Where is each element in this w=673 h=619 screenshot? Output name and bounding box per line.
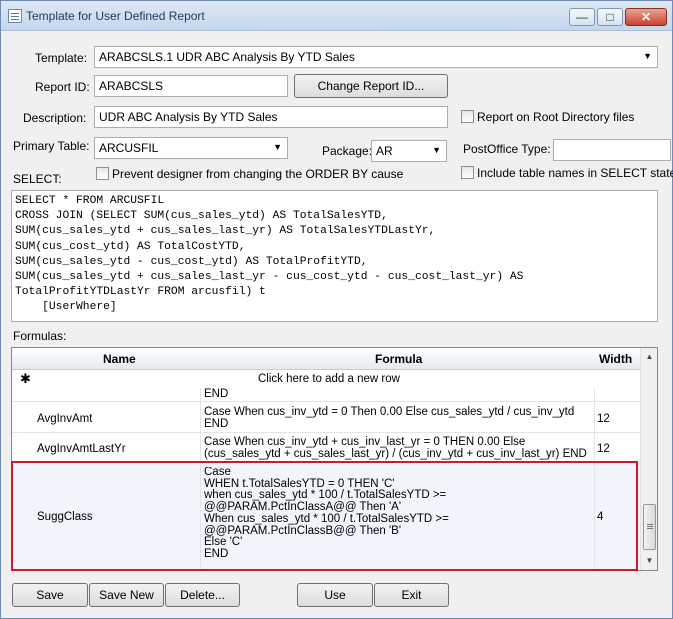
width-cell[interactable]: 12 [597,443,610,455]
new-row-icon: ✱ [20,373,31,385]
report-on-root-label: Report on Root Directory files [477,110,635,124]
postoffice-type-label: PostOffice Type: [463,142,551,156]
include-table-names-checkbox[interactable] [461,166,474,179]
column-header-width[interactable]: Width [599,352,632,366]
column-divider [594,388,595,570]
prevent-order-by-checkbox[interactable] [96,167,109,180]
include-table-names-label: Include table names in SELECT stateme [477,166,673,180]
package-value: AR [376,144,393,158]
name-cell[interactable]: AvgInvAmt [37,413,92,425]
column-header-name[interactable]: Name [103,352,136,366]
app-icon [8,9,22,23]
chevron-down-icon: ▼ [273,142,282,152]
close-button[interactable]: ✕ [625,8,667,26]
description-field[interactable]: UDR ABC Analysis By YTD Sales [94,106,448,128]
column-divider [200,388,201,570]
template-label: Template: [35,51,88,65]
scroll-thumb[interactable] [643,504,656,550]
template-combo[interactable]: ARABCSLS.1 UDR ABC Analysis By YTD Sales… [94,46,658,68]
report-template-window: Template for User Defined Report — □ ✕ T… [0,0,673,619]
select-label: SELECT: [13,172,62,186]
column-header-formula[interactable]: Formula [375,352,422,366]
template-value: ARABCSLS.1 UDR ABC Analysis By YTD Sales [99,50,355,64]
row-divider [12,401,640,402]
width-cell[interactable]: 4 [597,511,603,523]
delete-button[interactable]: Delete... [165,583,240,607]
grid-header: Name Formula Width [12,348,640,370]
change-report-id-button[interactable]: Change Report ID... [294,74,448,98]
chevron-down-icon: ▼ [432,145,441,155]
package-label: Package: [322,144,373,158]
report-id-label: Report ID: [35,80,90,94]
postoffice-type-field[interactable] [553,139,671,161]
save-new-button[interactable]: Save New [89,583,164,607]
formula-cell[interactable]: END [204,388,228,400]
row-divider [12,432,640,433]
package-combo[interactable]: AR ▼ [371,140,447,162]
scroll-down-icon[interactable]: ▼ [643,554,656,568]
name-cell[interactable]: SuggClass [37,511,93,523]
save-button[interactable]: Save [12,583,88,607]
window-title: Template for User Defined Report [26,9,205,23]
title-bar[interactable]: Template for User Defined Report — □ ✕ [1,1,672,31]
maximize-button[interactable]: □ [597,8,623,26]
prevent-order-by-label: Prevent designer from changing the ORDER… [112,167,404,181]
report-on-root-checkbox[interactable] [461,110,474,123]
add-new-row[interactable]: Click here to add a new row [258,373,400,385]
name-cell[interactable]: AvgInvAmtLastYr [37,443,126,455]
chevron-down-icon: ▼ [643,51,652,61]
scroll-up-icon[interactable]: ▲ [643,350,656,364]
description-label: Description: [23,111,87,125]
formula-cell[interactable]: Case When cus_inv_ytd + cus_inv_last_yr … [204,436,587,460]
formula-cell[interactable]: Case WHEN t.TotalSalesYTD = 0 THEN 'C' w… [204,467,449,561]
formulas-grid[interactable]: Name Formula Width ✱ Click here to add a… [11,347,658,571]
primary-table-label: Primary Table: [13,139,90,153]
formulas-label: Formulas: [13,329,67,343]
report-id-field[interactable]: ARABCSLS [94,75,288,97]
exit-button[interactable]: Exit [374,583,449,607]
formula-cell[interactable]: Case When cus_inv_ytd = 0 Then 0.00 Else… [204,406,574,430]
width-cell[interactable]: 12 [597,413,610,425]
minimize-button[interactable]: — [569,8,595,26]
primary-table-value: ARCUSFIL [99,141,159,155]
grid-scrollbar[interactable]: ▲ ▼ [640,348,657,570]
sql-select-editor[interactable]: SELECT * FROM ARCUSFIL CROSS JOIN (SELEC… [11,190,658,322]
primary-table-combo[interactable]: ARCUSFIL ▼ [94,137,288,159]
use-button[interactable]: Use [297,583,373,607]
